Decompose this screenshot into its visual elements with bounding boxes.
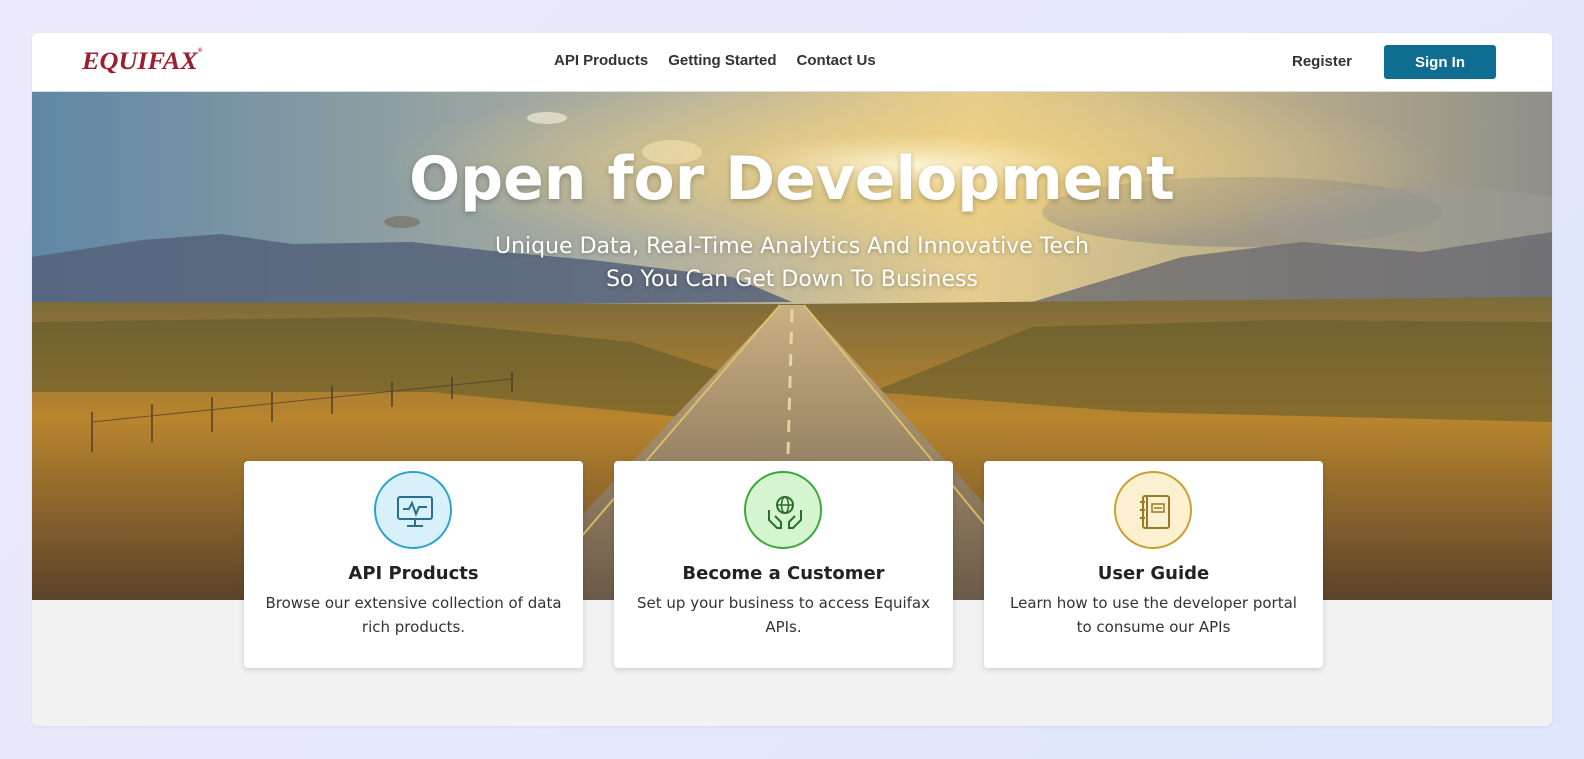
main-nav: API Products Getting Started Contact Us bbox=[554, 52, 876, 69]
browser-frame: EQUIFAX® API Products Getting Started Co… bbox=[32, 33, 1552, 726]
card-title: User Guide bbox=[1097, 563, 1210, 584]
card-user-guide[interactable]: User Guide Learn how to use the develope… bbox=[984, 461, 1323, 668]
nav-contact-us[interactable]: Contact Us bbox=[797, 52, 876, 69]
top-navigation-bar: EQUIFAX® API Products Getting Started Co… bbox=[32, 33, 1552, 92]
globe-hands-icon bbox=[744, 471, 822, 549]
card-description: Browse our extensive collection of data … bbox=[265, 594, 562, 636]
card-title: API Products bbox=[348, 563, 479, 584]
guide-book-icon bbox=[1114, 471, 1192, 549]
hero-subtitle-line-1: Unique Data, Real-Time Analytics And Inn… bbox=[494, 234, 1090, 259]
register-link[interactable]: Register bbox=[1292, 53, 1352, 70]
card-api-products[interactable]: API Products Browse our extensive collec… bbox=[244, 461, 583, 668]
card-title: Become a Customer bbox=[682, 563, 885, 584]
sign-in-button[interactable]: Sign In bbox=[1384, 45, 1496, 79]
monitor-icon bbox=[374, 471, 452, 549]
nav-api-products[interactable]: API Products bbox=[554, 52, 648, 69]
hero-subtitle-line-2: So You Can Get Down To Business bbox=[606, 267, 978, 292]
nav-getting-started[interactable]: Getting Started bbox=[668, 52, 776, 69]
card-description: Set up your business to access Equifax A… bbox=[637, 594, 930, 636]
hero-title: Open for Development bbox=[409, 144, 1175, 214]
card-description: Learn how to use the developer portal to… bbox=[1010, 594, 1297, 636]
equifax-logo[interactable]: EQUIFAX® bbox=[82, 48, 202, 76]
card-become-customer[interactable]: Become a Customer Set up your business t… bbox=[614, 461, 953, 668]
